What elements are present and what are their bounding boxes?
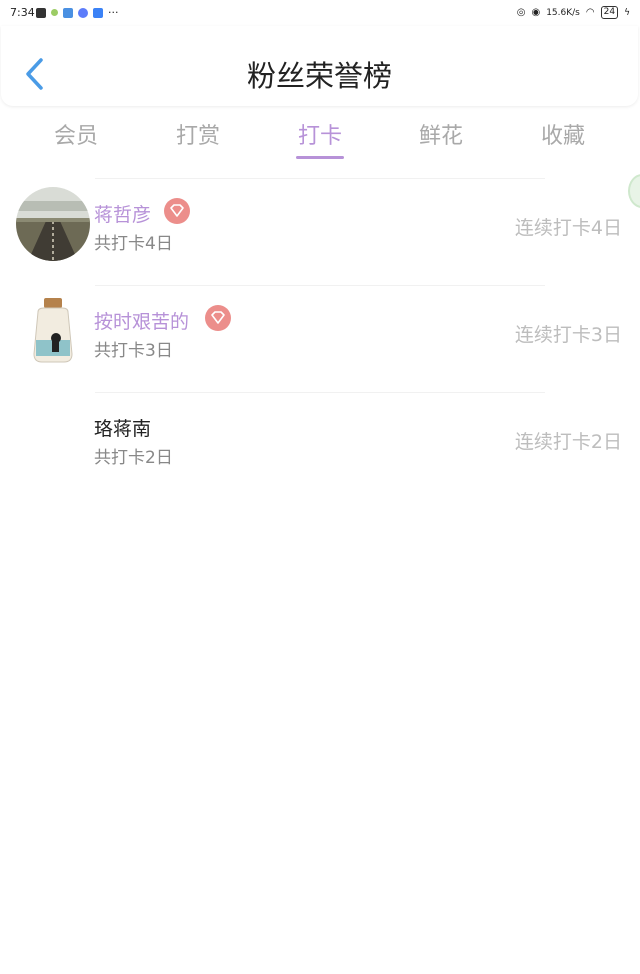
streak-text: 连续打卡2日 (514, 431, 622, 453)
status-time: 7:34 (10, 6, 35, 19)
chat-icon (51, 9, 58, 16)
tab-flowers[interactable]: 鲜花 (391, 118, 491, 150)
status-right: ◎ ◉ 15.6K/s ◠ 24 ϟ (517, 6, 630, 19)
total-checkins: 共打卡2日 (94, 448, 173, 468)
status-bar: 7:34 ··· ◎ ◉ 15.6K/s ◠ 24 ϟ (0, 0, 640, 26)
jar-avatar-icon (16, 294, 90, 368)
more-notifications-icon: ··· (108, 6, 119, 19)
divider (95, 392, 545, 393)
notification-icons: ··· (36, 6, 119, 19)
streak-text: 连续打卡3日 (514, 324, 622, 346)
list-item[interactable]: 按时艰苦的 共打卡3日 连续打卡3日 (0, 285, 640, 391)
avatar[interactable] (16, 187, 90, 261)
diamond-badge-icon (205, 305, 231, 331)
tab-checkin[interactable]: 打卡 (270, 118, 370, 150)
app-icon (78, 7, 88, 18)
diamond-badge-icon (164, 198, 190, 224)
charging-icon: ϟ (624, 7, 630, 18)
road-landscape-avatar-icon (16, 187, 90, 261)
tab-members[interactable]: 会员 (26, 118, 126, 150)
divider (95, 285, 545, 286)
active-tab-indicator (296, 156, 344, 159)
streak-text: 连续打卡4日 (514, 217, 622, 239)
fan-name: 蒋哲彦 (94, 204, 152, 226)
divider (95, 178, 545, 179)
app-icon (93, 7, 103, 18)
nfc-icon: ◎ (516, 7, 526, 18)
network-speed: 15.6K/s (546, 7, 580, 18)
total-checkins: 共打卡4日 (94, 234, 173, 254)
total-checkins: 共打卡3日 (94, 341, 173, 361)
wifi-icon: ◠ (585, 7, 595, 18)
page-title: 粉丝荣誉榜 (246, 59, 392, 93)
tab-favorites[interactable]: 收藏 (513, 118, 613, 150)
app-icon (63, 7, 73, 18)
fan-name: 珞蒋南 (94, 418, 152, 440)
avatar[interactable] (16, 294, 90, 368)
tab-rewards[interactable]: 打赏 (148, 118, 248, 150)
app-header: 粉丝荣誉榜 (1, 26, 638, 106)
mail-icon (36, 7, 46, 18)
fan-name: 按时艰苦的 (94, 311, 190, 333)
list-item[interactable]: 珞蒋南 共打卡2日 连续打卡2日 (0, 392, 640, 498)
list-item[interactable]: 蒋哲彦 共打卡4日 连续打卡4日 (0, 178, 640, 284)
battery-icon: 24 (600, 6, 619, 19)
eye-icon: ◉ (531, 7, 541, 18)
tab-bar: 会员 打赏 打卡 鲜花 收藏 (0, 108, 640, 164)
